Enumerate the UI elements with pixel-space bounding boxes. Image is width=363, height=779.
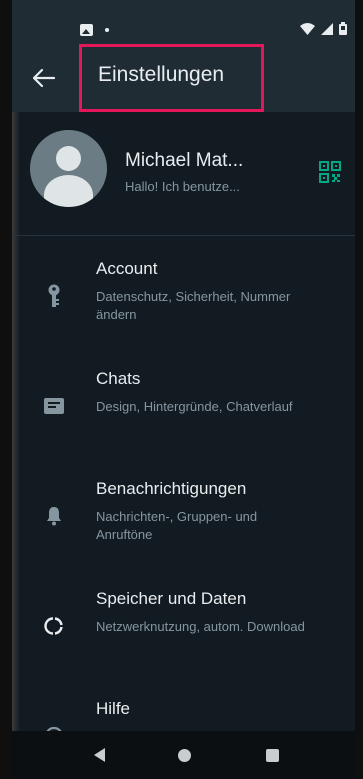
settings-item-subtitle: Netzwerknutzung, autom. Download <box>96 619 305 634</box>
qr-code-icon[interactable] <box>319 161 341 183</box>
avatar[interactable] <box>30 130 107 207</box>
page-title: Einstellungen <box>98 63 225 86</box>
settings-item-title: Account <box>96 259 158 278</box>
settings-item-title: Speicher und Daten <box>96 589 247 608</box>
nav-home-icon[interactable] <box>178 749 191 762</box>
notification-dot-icon <box>105 28 109 32</box>
settings-item-subtitle: Nachrichten-, Gruppen- und Anruftöne <box>96 509 258 542</box>
chat-icon <box>42 394 66 418</box>
settings-item-title: Chats <box>96 369 141 388</box>
status-bar <box>12 0 355 44</box>
phone-screen: Einstellungen Michael Mat... Hallo! Ich … <box>12 0 355 779</box>
bell-icon <box>42 504 66 528</box>
profile-status: Hallo! Ich benutze... <box>125 179 240 194</box>
wifi-icon <box>300 22 315 35</box>
settings-item-account[interactable]: Account Datenschutz, Sicherheit, Nummer … <box>12 244 355 354</box>
settings-item-subtitle: Design, Hintergründe, Chatverlauf <box>96 399 293 414</box>
gallery-notification-icon <box>80 24 93 36</box>
signal-icon <box>321 22 333 35</box>
settings-item-title: Benachrichtigungen <box>96 479 247 498</box>
settings-item-notifications[interactable]: Benachrichtigungen Nachrichten-, Gruppen… <box>12 464 355 574</box>
battery-icon <box>339 22 347 35</box>
profile-row[interactable]: Michael Mat... Hallo! Ich benutze... <box>12 112 355 236</box>
nav-back-icon[interactable] <box>94 748 105 762</box>
settings-list: Account Datenschutz, Sicherheit, Nummer … <box>12 244 355 779</box>
settings-item-title: Hilfe <box>96 699 131 718</box>
key-icon <box>42 284 66 308</box>
settings-item-subtitle: Datenschutz, Sicherheit, Nummer ändern <box>96 289 291 322</box>
settings-item-chats[interactable]: Chats Design, Hintergründe, Chatverlauf <box>12 354 355 464</box>
back-arrow-icon[interactable] <box>32 68 56 88</box>
profile-name: Michael Mat... <box>125 150 244 171</box>
title-highlight: Einstellungen <box>79 44 264 112</box>
data-usage-icon <box>42 614 66 638</box>
app-bar: Einstellungen <box>12 44 355 112</box>
settings-item-storage[interactable]: Speicher und Daten Netzwerknutzung, auto… <box>12 574 355 684</box>
system-nav-bar <box>12 731 355 779</box>
nav-recents-icon[interactable] <box>266 749 279 762</box>
